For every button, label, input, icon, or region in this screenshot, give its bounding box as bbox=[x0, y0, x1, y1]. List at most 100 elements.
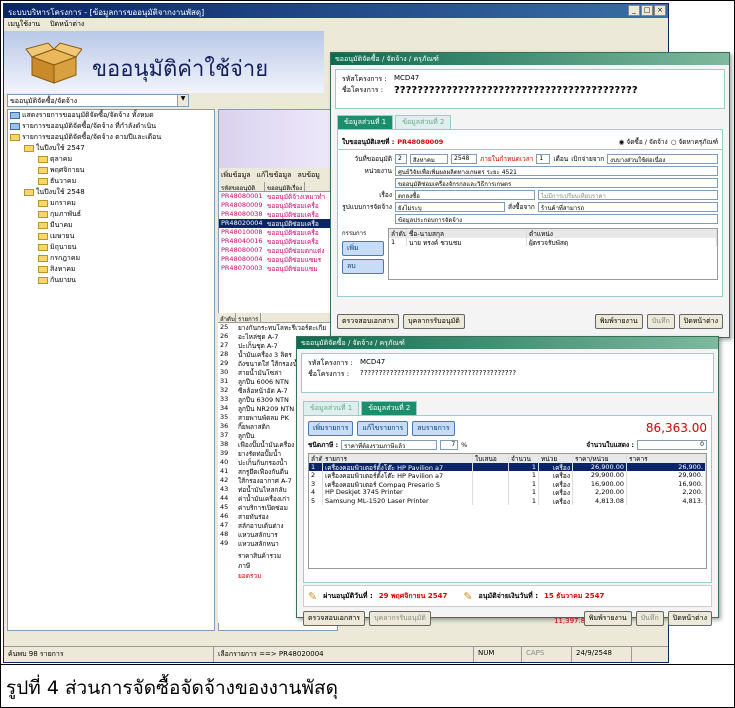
request-row[interactable]: PR48080007 ขออนุมัติซ่อมตกแต่ง bbox=[219, 246, 337, 255]
add-item-button[interactable]: เพิ่มรายการ bbox=[308, 420, 354, 436]
request-row[interactable]: PR48040016 ขออนุมัติซ่อมเครื่อ bbox=[219, 237, 337, 246]
date-label: วันที่ขออนุมัติ bbox=[354, 155, 392, 163]
col-item-header[interactable]: จำนวน bbox=[509, 454, 539, 463]
check-doc-button-2[interactable]: ตรวจสอบเอกสาร bbox=[303, 611, 366, 626]
radio-asset[interactable]: ○ จัดหาครุภัณฑ์ bbox=[671, 137, 718, 147]
request-rows: PR48080001 ขออนุมัติจ้างเหมาทำ PR48080009 ข… bbox=[219, 192, 337, 273]
print-report-button-2[interactable]: พิมพ์รายงาน bbox=[583, 611, 632, 626]
col-item-header[interactable]: ราคา/หน่วย bbox=[573, 454, 627, 463]
request-row[interactable]: PR48010008 ขออนุมัติซ่อมเครื่อ bbox=[219, 228, 337, 237]
table-cell: 1 bbox=[509, 479, 539, 488]
project-code-label-2: รหัสโครงการ : bbox=[308, 359, 353, 367]
close-button[interactable]: × bbox=[654, 5, 666, 16]
add-data-button[interactable]: เพิ่มข้อมูล bbox=[221, 170, 251, 180]
request-row[interactable]: PR48080001 ขออนุมัติจ้างเหมาทำ bbox=[219, 192, 337, 201]
request-row[interactable]: PR48020004 ขออนุมัติซ่อมเครื่อ bbox=[219, 219, 337, 228]
maximize-button[interactable]: □ bbox=[641, 5, 653, 16]
tree-item[interactable]: มกราคม bbox=[8, 198, 214, 209]
tab-part1-2[interactable]: ข้อมูลส่วนที่ 1 bbox=[303, 401, 360, 415]
approval-value[interactable]: ร้านค้าที่สามารถ bbox=[537, 202, 718, 212]
tree-item[interactable]: แสดงรายการขออนุมัติจัดซื้อ/จัดจ้าง ทั้งห… bbox=[8, 110, 214, 121]
table-row[interactable]: 1 เครื่องคอมพิวเตอร์ตั้งโต๊ะ HP Pavilion … bbox=[309, 462, 706, 471]
period-value[interactable]: 1 bbox=[536, 154, 551, 164]
col-request-id[interactable]: รหัสขออนุมัติ bbox=[219, 182, 265, 192]
print-report-button[interactable]: พิมพ์รายงาน bbox=[594, 314, 643, 329]
add-person-button[interactable]: เพิ่ม bbox=[342, 241, 384, 256]
tree-item[interactable]: ในปีงบใช้ 2548 bbox=[8, 187, 214, 198]
table-row[interactable]: 4 HP Deskjet 3745 Printer 1 เครื่อง 2,200.00… bbox=[309, 488, 706, 497]
method-value[interactable]: ตกลงซื้อ bbox=[395, 190, 535, 200]
approver-button-2[interactable]: บุคลากรรับอนุมัติ bbox=[369, 611, 431, 626]
committee-value[interactable]: ยังไม่ระบุ bbox=[395, 202, 505, 212]
list-item-seq: 42 bbox=[220, 476, 229, 484]
close-window-button-2[interactable]: ปิดหน้าต่าง bbox=[667, 611, 712, 626]
item-grid: ลำดับรายการใบเสนอจำนวนหน่วยราคา/หน่วยราค… bbox=[308, 453, 707, 569]
tree-item[interactable]: กรกฎาคม bbox=[8, 253, 214, 264]
tree-item[interactable]: พฤศจิกายน bbox=[8, 165, 214, 176]
date-day[interactable]: 2 bbox=[395, 154, 407, 164]
criteria-value[interactable]: ไม่มีการเปรียบเทียบราคา bbox=[538, 190, 718, 200]
tab-part2-2[interactable]: ข้อมูลส่วนที่ 2 bbox=[361, 401, 418, 415]
tree-item[interactable]: มีนาคม bbox=[8, 220, 214, 231]
approve-date-label: ผ่านอนุมัติวันที่ : bbox=[323, 591, 373, 600]
col-item-header[interactable]: ลำดับ bbox=[309, 454, 323, 463]
date-year[interactable]: 2548 bbox=[451, 154, 477, 164]
table-row[interactable]: 2 เครื่องคอมพิวเตอร์ตั้งโต๊ะ HP Pavilion … bbox=[309, 471, 706, 480]
edit-data-button[interactable]: แก้ไขข้อมูล bbox=[257, 170, 292, 180]
vat-value[interactable]: 7 bbox=[440, 440, 459, 450]
menu-close[interactable]: ปิดหน้าต่าง bbox=[50, 19, 84, 29]
note-value[interactable]: ข้อมูลประกอบการจัดจ้าง bbox=[395, 214, 718, 224]
table-row[interactable]: 5 Samsung ML-1520 Laser Printer 1 เครื่อง 4,… bbox=[309, 496, 706, 505]
period-label: ภายในกำหนดเวลา bbox=[480, 155, 534, 163]
tree-item[interactable]: ตุลาคม bbox=[8, 154, 214, 165]
radio-purchase[interactable]: ◉ จัดซื้อ / จัดจ้าง bbox=[619, 137, 668, 147]
tree-item[interactable]: รายการขออนุมัติจัดซื้อ/จัดจ้าง ตามปีและเ… bbox=[8, 132, 214, 143]
request-row[interactable]: PR48080038 ขออนุมัติซ่อมเครื่อ bbox=[219, 210, 337, 219]
col-item-header[interactable]: ราคาร bbox=[627, 454, 706, 463]
col-request-subject[interactable]: ขออนุมัติเรื่อง bbox=[265, 182, 306, 192]
save-button-2[interactable]: บันทึก bbox=[635, 611, 664, 626]
tab-part1[interactable]: ข้อมูลส่วนที่ 1 bbox=[337, 115, 394, 129]
request-row[interactable]: PR48080004 ขออนุมัติซ่อมแซมร bbox=[219, 255, 337, 264]
folder-icon bbox=[38, 266, 48, 273]
tax-type-value[interactable]: ราคาที่ต้องรวมภาษีแล้ว bbox=[341, 440, 438, 450]
request-id: PR48080001 bbox=[221, 192, 263, 200]
chevron-down-icon[interactable]: ▼ bbox=[177, 95, 188, 106]
col-item-header[interactable]: หน่วย bbox=[539, 454, 573, 463]
close-window-button[interactable]: ปิดหน้าต่าง bbox=[678, 314, 723, 329]
edit-item-button[interactable]: แก้ไขรายการ bbox=[357, 420, 409, 436]
tree-item[interactable]: รายการขออนุมัติจัดซื้อ/จัดจ้าง ที่กำลังด… bbox=[8, 121, 214, 132]
tab-part2[interactable]: ข้อมูลส่วนที่ 2 bbox=[395, 115, 452, 129]
tree-item[interactable]: เมษายน bbox=[8, 231, 214, 242]
request-row[interactable]: PR48080009 ขออนุมัติซ่อมเครื่อ bbox=[219, 201, 337, 210]
delete-data-button[interactable]: ลบข้อมู bbox=[297, 170, 319, 180]
check-doc-button[interactable]: ตรวจสอบเอกสาร bbox=[337, 314, 400, 329]
mid-banner bbox=[219, 110, 337, 168]
list-item[interactable]: 25 ยางกันกระทบโลหะรีเวอร์ตะเกีย bbox=[218, 323, 338, 332]
tree-item[interactable]: ในปีงบใช้ 2547 bbox=[8, 143, 214, 154]
col-item-header[interactable]: รายการ bbox=[323, 454, 473, 463]
tree-item[interactable]: กันยายน bbox=[8, 275, 214, 286]
agency-value[interactable]: ศูนย์วิจัยเพื่อเพิ่มผลผลิตทางเกษตร ระยะ … bbox=[395, 166, 718, 176]
request-row[interactable]: PR48070003 ขออนุมัติซ่อมแซม bbox=[219, 264, 337, 273]
tree-item[interactable]: กุมภาพันธ์ bbox=[8, 209, 214, 220]
date-month[interactable]: สิงหาคม bbox=[410, 154, 448, 164]
delete-item-button[interactable]: ลบรายการ bbox=[412, 420, 455, 436]
pages-value[interactable]: 0 bbox=[637, 440, 707, 450]
tree-item-label: รายการขออนุมัติจัดซื้อ/จัดจ้าง ที่กำลังด… bbox=[22, 122, 157, 130]
minimize-button[interactable]: _ bbox=[628, 5, 640, 16]
tree-item[interactable]: มิถุนายน bbox=[8, 242, 214, 253]
category-combo[interactable]: ขออนุมัติจัดซื้อ/จัดจ้าง ▼ bbox=[7, 94, 189, 107]
reason-value[interactable]: ขออนุมัติซ่อมเครื่องจักรกลและวิธีการเกษต… bbox=[395, 178, 718, 188]
person-row[interactable]: 1 นาย ทรงค์ ชวนชม ผู้ตรวจรับพัสดุ bbox=[389, 237, 717, 246]
col-item-header[interactable]: ใบเสนอ bbox=[473, 454, 509, 463]
from-value[interactable]: งบบางส่วนใช้ต่อเนื่อง bbox=[607, 154, 718, 164]
table-cell: 4 bbox=[309, 488, 323, 497]
tree-item[interactable]: สิงหาคม bbox=[8, 264, 214, 275]
delete-person-button[interactable]: ลบ bbox=[342, 259, 384, 274]
menu-main[interactable]: เมนูใช้งาน bbox=[8, 19, 40, 29]
save-button[interactable]: บันทึก bbox=[646, 314, 675, 329]
approver-button[interactable]: บุคลากรรับอนุมัติ bbox=[403, 314, 465, 329]
table-row[interactable]: 3 เครื่องคอมพิวเตอร์ Compaq Presario S 1 เค… bbox=[309, 479, 706, 488]
tree-item[interactable]: ธันวาคม bbox=[8, 176, 214, 187]
